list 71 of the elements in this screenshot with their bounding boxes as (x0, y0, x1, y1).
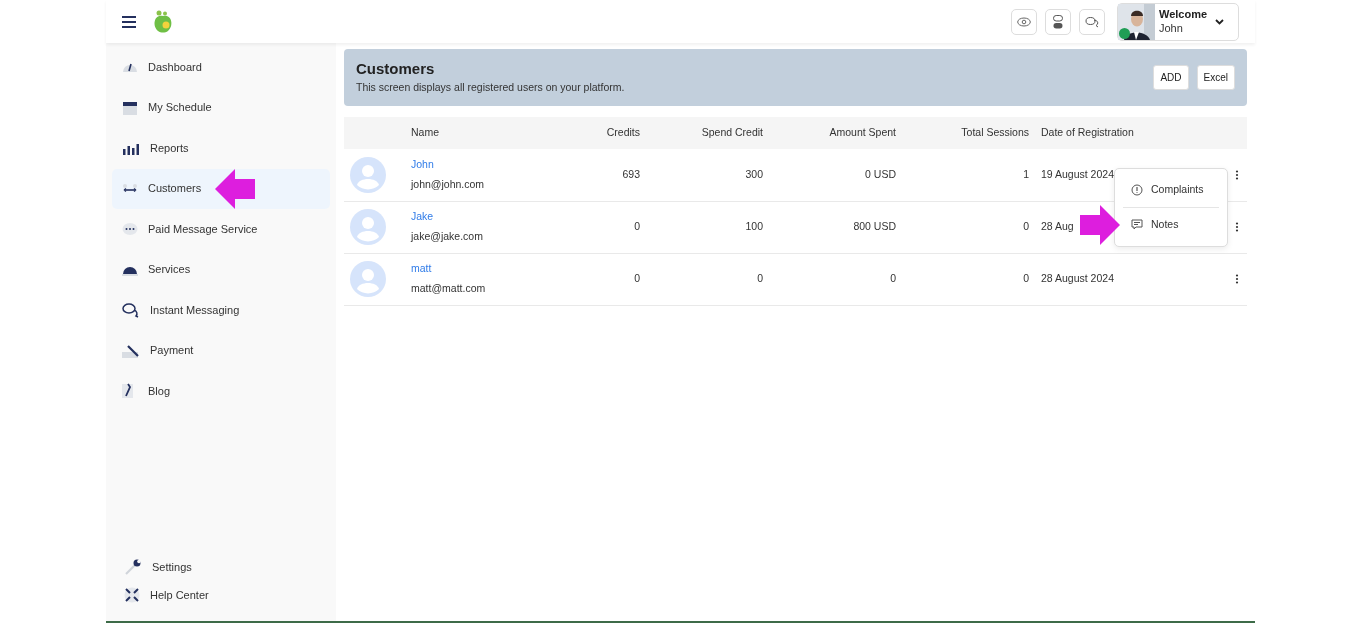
calendar-icon (122, 99, 138, 116)
page-title: Customers (356, 59, 436, 78)
add-button[interactable]: ADD (1153, 65, 1189, 90)
customer-email: jake@jake.com (411, 229, 484, 244)
table-cell: 28 Aug (1041, 220, 1074, 233)
column-header: Credits (560, 117, 641, 149)
table-cell: 800 USD (853, 220, 896, 233)
avatar-icon (350, 156, 386, 193)
more-options-icon[interactable] (1235, 274, 1239, 285)
sidebar-item[interactable]: My Schedule (112, 87, 330, 128)
eye-button[interactable] (1011, 8, 1037, 35)
column-header: Name (410, 117, 560, 149)
table-cell: 0 USD (865, 167, 896, 180)
customer-email: matt@matt.com (411, 281, 487, 296)
table-cell: 1 (1023, 167, 1029, 180)
pointer-arrow (215, 168, 256, 209)
column-header: Date of Registration (1030, 117, 1227, 149)
menu-item[interactable]: Notes (1121, 208, 1221, 242)
table-cell: 0 (1023, 272, 1029, 285)
toggle-icon (1053, 14, 1063, 29)
column-header: Total Sessions (897, 117, 1030, 149)
chat-icon (122, 302, 140, 318)
avatar-icon (350, 261, 386, 297)
column-header: Amount Spent (764, 117, 897, 149)
chat-icon (1085, 15, 1099, 28)
customer-email: john@john.com (411, 176, 486, 192)
customer-name-link[interactable]: Jake (411, 209, 434, 225)
sidebar-item[interactable]: Help Center (112, 581, 330, 609)
export-button[interactable]: Excel (1196, 65, 1235, 90)
sidebar-item[interactable]: Instant Messaging (112, 290, 330, 330)
table-cell: 693 (622, 167, 640, 180)
alert-icon (1131, 184, 1143, 196)
sidebar-item[interactable]: Payment (112, 330, 330, 371)
table-cell: 100 (745, 220, 763, 233)
table-cell: 0 (890, 272, 896, 285)
sidebar-item[interactable]: Reports (112, 128, 330, 168)
user-menu[interactable]: Welcome John (1117, 2, 1239, 41)
table-cell: 0 (634, 272, 640, 285)
table-cell: 0 (634, 220, 640, 233)
page-subtitle: This screen displays all registered users on your platform. (356, 79, 625, 95)
sidebar-item[interactable]: Customers (112, 168, 330, 209)
chat-button[interactable] (1079, 8, 1105, 35)
customer-name-link[interactable]: John (411, 157, 434, 173)
menu-item[interactable]: Complaints (1121, 173, 1221, 207)
table-cell: 19 August 2024 (1041, 167, 1114, 180)
table-cell: 300 (745, 167, 763, 180)
sidebar-item[interactable]: Settings (112, 553, 330, 581)
sidebar-item[interactable]: Paid Message Service (112, 209, 330, 249)
welcome-text: Welcome (1159, 7, 1208, 22)
more-options-icon[interactable] (1235, 170, 1239, 181)
customer-name-link[interactable]: matt (411, 261, 432, 277)
sidebar-item[interactable]: Blog (112, 371, 330, 411)
user-name: John (1159, 21, 1184, 36)
sidebar-item[interactable]: Dashboard (112, 47, 330, 87)
pointer-arrow (1080, 205, 1120, 245)
more-options-icon[interactable] (1235, 222, 1239, 233)
pen-icon (122, 342, 140, 359)
chevron-down-icon (1215, 18, 1224, 25)
avatar-icon (350, 209, 386, 245)
toggle-button[interactable] (1045, 8, 1071, 35)
sidebar-item[interactable]: Services (112, 249, 330, 290)
column-header: Spend Credit (641, 117, 764, 149)
note-icon (1131, 219, 1143, 231)
expand-icon (124, 587, 140, 603)
table-cell: 28 August 2024 (1041, 272, 1114, 285)
speech-dots-icon (122, 221, 138, 237)
table-cell: 0 (757, 272, 763, 285)
menu-icon[interactable] (122, 15, 136, 28)
eye-icon (1017, 16, 1031, 27)
table-cell: 0 (1023, 220, 1029, 233)
wrench-icon (124, 559, 142, 575)
